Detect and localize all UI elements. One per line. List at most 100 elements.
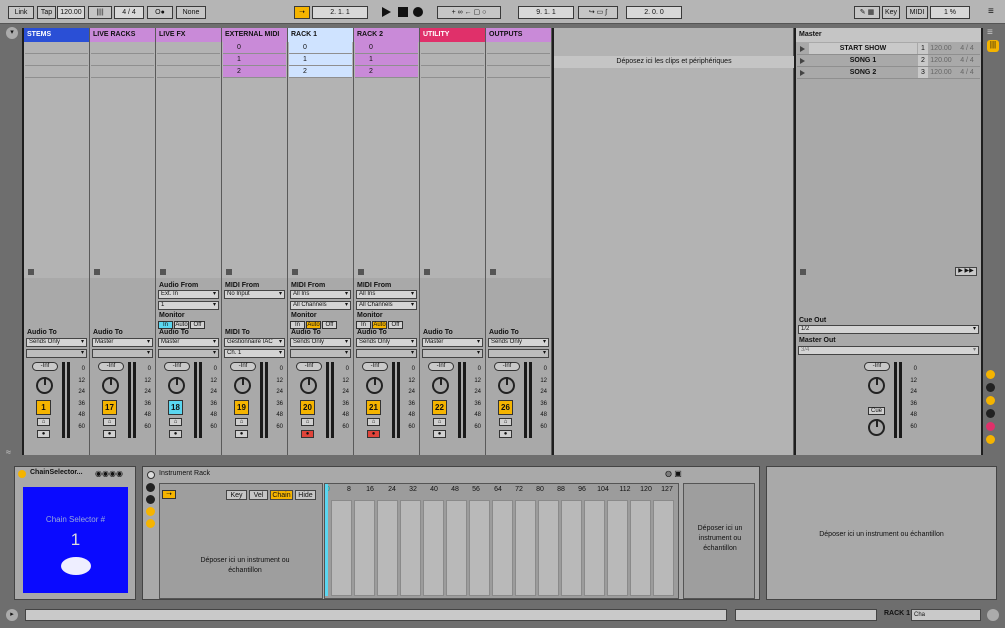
- track-activator[interactable]: 18: [168, 400, 183, 415]
- volume-field[interactable]: -Inf: [362, 362, 388, 371]
- arm-icon[interactable]: ●: [367, 430, 380, 438]
- loop-length[interactable]: 2. 0. 0: [626, 6, 682, 19]
- clip-slot[interactable]: [487, 66, 550, 78]
- clip-slot[interactable]: 1: [289, 54, 352, 66]
- clip-slot[interactable]: 1: [223, 54, 286, 66]
- audio-to-channel[interactable]: [422, 349, 483, 358]
- clip-slot[interactable]: [487, 54, 550, 66]
- monitor-in-button[interactable]: In: [356, 321, 371, 329]
- zone-lane[interactable]: [377, 500, 398, 596]
- monitor-in-button[interactable]: In: [158, 321, 173, 329]
- selected-chain-field[interactable]: Cha: [911, 609, 981, 621]
- session-tools[interactable]: + ∞ ← ▢ ○: [437, 6, 501, 19]
- stop-all-icon[interactable]: [28, 269, 34, 275]
- scene-name[interactable]: START SHOW: [809, 43, 917, 54]
- track-title[interactable]: RACK 2: [354, 28, 419, 42]
- track-activator[interactable]: 19: [234, 400, 249, 415]
- clip-slot[interactable]: 0: [355, 42, 418, 54]
- audio-to-channel[interactable]: [92, 349, 153, 358]
- overview-icon[interactable]: ≈: [6, 447, 18, 459]
- audio-to-channel[interactable]: [488, 349, 549, 358]
- midi-map-button[interactable]: MIDI: [906, 6, 928, 19]
- key-map-button[interactable]: Key: [882, 6, 900, 19]
- pan-knob-icon[interactable]: [36, 377, 53, 394]
- clip-slot[interactable]: 2: [223, 66, 286, 78]
- stop-all-icon[interactable]: [490, 269, 496, 275]
- scene-signature[interactable]: 4 / 4: [955, 67, 979, 78]
- device-on-icon[interactable]: [18, 470, 26, 478]
- midi-from-select[interactable]: All Ins: [290, 290, 351, 299]
- track-activator[interactable]: 1: [36, 400, 51, 415]
- zone-lane[interactable]: [331, 500, 352, 596]
- pan-knob-icon[interactable]: [498, 377, 515, 394]
- monitor-off-button[interactable]: Off: [322, 321, 337, 329]
- detail-view-icon[interactable]: [987, 609, 999, 621]
- monitor-off-button[interactable]: Off: [388, 321, 403, 329]
- midi-from-channel[interactable]: All Channels: [290, 301, 351, 310]
- arm-icon[interactable]: ●: [235, 430, 248, 438]
- rack-controls-icon[interactable]: ◍ ▣: [665, 469, 682, 478]
- audio-to-channel[interactable]: [356, 349, 417, 358]
- rack-hide-button[interactable]: Hide: [295, 490, 316, 500]
- solo-icon[interactable]: ⌂: [499, 418, 512, 426]
- arm-icon[interactable]: ●: [301, 430, 314, 438]
- zone-lane[interactable]: [423, 500, 444, 596]
- link-button[interactable]: Link: [8, 6, 34, 19]
- audio-to-select[interactable]: Sends Only: [356, 338, 417, 347]
- io-toggle-icons[interactable]: [986, 370, 996, 458]
- audio-to-channel[interactable]: [158, 349, 219, 358]
- draw-mode-icon[interactable]: ✎ ▦: [854, 6, 880, 19]
- scene-row[interactable]: SONG 1 2 120.00 4 / 4: [797, 55, 980, 67]
- zone-lane[interactable]: [653, 500, 674, 596]
- track-title[interactable]: OUTPUTS: [486, 28, 551, 42]
- track-title[interactable]: UTILITY: [420, 28, 485, 42]
- quantize-select[interactable]: None: [176, 6, 206, 19]
- stop-all-icon[interactable]: [292, 269, 298, 275]
- audio-to-select[interactable]: Sends Only: [26, 338, 87, 347]
- rack-on-icon[interactable]: [147, 471, 155, 479]
- clip-slot[interactable]: 1: [355, 54, 418, 66]
- track-title[interactable]: STEMS: [24, 28, 89, 42]
- scene-name[interactable]: SONG 2: [809, 67, 917, 78]
- master-pan-knob-icon[interactable]: [868, 377, 885, 394]
- tempo-field[interactable]: 120.00: [57, 6, 85, 19]
- rack-chain-button[interactable]: Chain: [270, 490, 293, 500]
- stop-all-icon[interactable]: [226, 269, 232, 275]
- zone-lane[interactable]: [354, 500, 375, 596]
- midi-from-select[interactable]: No Input: [224, 290, 285, 299]
- scene-tempo[interactable]: 120.00: [929, 67, 953, 78]
- volume-field[interactable]: -Inf: [98, 362, 124, 371]
- master-volume-field[interactable]: -Inf: [864, 362, 890, 371]
- midi-from-select[interactable]: All Ins: [356, 290, 417, 299]
- track-activator[interactable]: 17: [102, 400, 117, 415]
- track-title[interactable]: EXTERNAL MIDI: [222, 28, 287, 42]
- clip-slot[interactable]: [487, 42, 550, 54]
- scene-signature[interactable]: 4 / 4: [955, 55, 979, 66]
- clip-slot[interactable]: 0: [289, 42, 352, 54]
- record-icon[interactable]: [413, 7, 423, 17]
- clip-slot[interactable]: [91, 54, 154, 66]
- scene-nav-icon[interactable]: ▶ ▶▶: [955, 267, 977, 276]
- clip-slot[interactable]: [91, 66, 154, 78]
- pan-knob-icon[interactable]: [168, 377, 185, 394]
- play-icon[interactable]: [382, 7, 391, 17]
- zone-cursor[interactable]: [325, 484, 328, 596]
- song-position[interactable]: 2. 1. 1: [312, 6, 368, 19]
- rack-device-icon[interactable]: [146, 507, 155, 516]
- metronome-button[interactable]: O●: [147, 6, 173, 19]
- monitor-in-button[interactable]: In: [290, 321, 305, 329]
- scene-row[interactable]: SONG 2 3 120.00 4 / 4: [797, 67, 980, 79]
- tap-button[interactable]: Tap: [37, 6, 56, 19]
- pan-knob-icon[interactable]: [102, 377, 119, 394]
- cue-button[interactable]: Cue: [868, 407, 885, 415]
- volume-field[interactable]: -Inf: [428, 362, 454, 371]
- arm-icon[interactable]: ●: [433, 430, 446, 438]
- audio-to-select[interactable]: Master: [92, 338, 153, 347]
- audio-to-select[interactable]: Sends Only: [488, 338, 549, 347]
- stop-all-icon[interactable]: [94, 269, 100, 275]
- chain-arrow-icon[interactable]: ➝: [162, 490, 176, 499]
- zone-lane[interactable]: [584, 500, 605, 596]
- audio-from-channel[interactable]: 1: [158, 301, 219, 310]
- scene-name[interactable]: SONG 1: [809, 55, 917, 66]
- clip-slot[interactable]: [25, 66, 88, 78]
